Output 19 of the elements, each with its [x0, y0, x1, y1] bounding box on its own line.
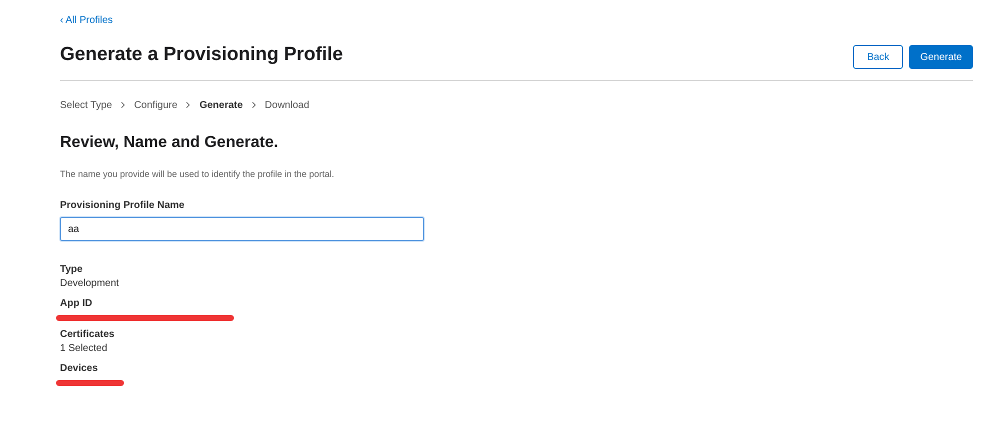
- page-title: Generate a Provisioning Profile: [60, 43, 343, 67]
- detail-label: App ID: [60, 297, 94, 311]
- breadcrumb-step: Configure: [134, 98, 178, 112]
- breadcrumb-step: Download: [264, 98, 310, 112]
- breadcrumb-step: Select Type: [60, 98, 112, 112]
- back-button[interactable]: Back: [853, 45, 904, 70]
- generate-button[interactable]: Generate: [909, 45, 973, 70]
- name-input-field[interactable]: aa: [60, 217, 424, 241]
- detail-value: 1 Selected: [60, 342, 108, 356]
- redaction-mark: [55, 379, 125, 387]
- back-link[interactable]: ‹ All Profiles: [60, 15, 113, 26]
- detail-label: Certificates: [60, 328, 116, 342]
- breadcrumb-step: Generate: [199, 98, 243, 112]
- detail-value: Development: [60, 277, 120, 291]
- detail-label: Devices: [60, 362, 99, 376]
- detail-label: Type: [60, 263, 84, 277]
- section-heading: Review, Name and Generate.: [60, 132, 280, 152]
- description-text: The name you provide will be used to identify the profile in the portal.: [60, 168, 336, 181]
- field-label: Provisioning Profile Name: [60, 199, 186, 213]
